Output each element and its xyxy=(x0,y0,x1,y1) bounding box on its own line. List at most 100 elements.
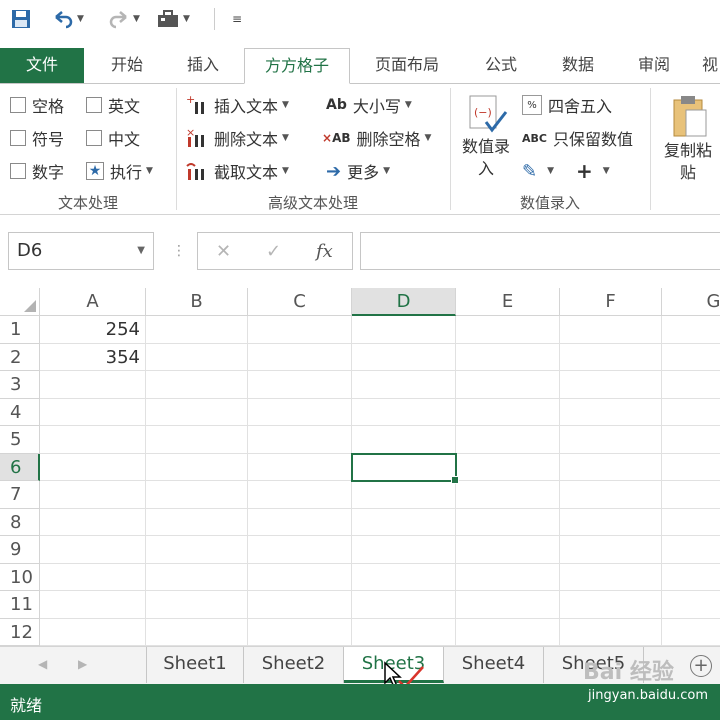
column-header-d[interactable]: D xyxy=(352,288,456,316)
gridline-vertical xyxy=(661,316,662,646)
undo-button[interactable]: ▼ xyxy=(52,6,84,32)
checkbox-symbol[interactable]: 符号 xyxy=(10,125,64,151)
tab-insert[interactable]: 插入 xyxy=(172,48,234,84)
delete-text-icon: × xyxy=(186,127,204,147)
group-label-text-processing: 文本处理 xyxy=(57,194,118,212)
extract-text-button[interactable]: 截取文本 ▼ xyxy=(186,158,289,184)
toolbox-icon xyxy=(158,10,178,27)
delete-spaces-button[interactable]: × AB 删除空格 ▼ xyxy=(322,125,431,151)
checkbox-box xyxy=(86,97,102,113)
row-header-12[interactable]: 12 xyxy=(0,618,40,646)
copy-paste-label: 复制粘贴 xyxy=(663,141,712,182)
tab-home[interactable]: 开始 xyxy=(98,48,156,84)
column-header-f[interactable]: F xyxy=(560,288,662,316)
cell-a2[interactable]: 354 xyxy=(40,344,140,371)
ribbon-panel: 空格 英文 符号 中文 数字 ★ 执行 ▼ 文本处理 + 插入文本 ▼ × 删除… xyxy=(0,83,720,215)
tab-formulas[interactable]: 公式 xyxy=(474,48,528,84)
row-header-2[interactable]: 2 xyxy=(0,343,40,371)
row-header-6[interactable]: 6 xyxy=(0,453,40,481)
tab-view[interactable]: 视 xyxy=(702,48,720,84)
cell-a1[interactable]: 254 xyxy=(40,316,140,343)
undo-icon xyxy=(55,11,73,29)
insert-text-label: 插入文本 xyxy=(214,97,279,116)
gridline-horizontal xyxy=(40,425,720,426)
checkbox-number[interactable]: 数字 xyxy=(10,158,64,184)
checkbox-english[interactable]: 英文 xyxy=(86,92,140,118)
redo-icon xyxy=(109,11,127,29)
toolbox-dropdown-icon[interactable]: ▼ xyxy=(183,14,190,24)
tab-page-layout[interactable]: 页面布局 xyxy=(364,48,450,84)
gridline-horizontal xyxy=(40,535,720,536)
tab-file[interactable]: 文件 xyxy=(0,48,84,84)
row-header-4[interactable]: 4 xyxy=(0,398,40,426)
insert-text-button[interactable]: + 插入文本 ▼ xyxy=(186,92,289,118)
row-header-8[interactable]: 8 xyxy=(0,508,40,536)
cancel-icon[interactable]: ✕ xyxy=(216,233,231,271)
checkbox-label: 符号 xyxy=(32,130,65,149)
active-cell-border[interactable] xyxy=(351,452,459,484)
column-header-c[interactable]: C xyxy=(248,288,352,316)
redo-button[interactable]: ▼ xyxy=(108,6,140,32)
extract-text-label: 截取文本 xyxy=(214,163,279,182)
tab-data[interactable]: 数据 xyxy=(550,48,606,84)
formula-input[interactable] xyxy=(360,232,720,270)
sheet-tab-sheet1[interactable]: Sheet1 xyxy=(146,647,244,683)
keep-values-button[interactable]: ABC 只保留数值 xyxy=(522,125,633,151)
svg-text:(−): (−) xyxy=(474,106,492,119)
sheet-tab-sheet2[interactable]: Sheet2 xyxy=(244,647,344,683)
worksheet-grid[interactable]: A B C D E F G 1 2 3 4 5 6 7 8 9 10 11 12 254 354 xyxy=(0,288,720,646)
row-header-1[interactable]: 1 xyxy=(0,316,40,344)
arrow-right-icon: ➔ xyxy=(326,160,342,182)
number-entry-button[interactable]: (−) 数值录入 xyxy=(458,92,514,188)
row-header-10[interactable]: 10 xyxy=(0,563,40,591)
save-button[interactable] xyxy=(10,6,32,32)
column-header-g[interactable]: G xyxy=(662,288,720,316)
save-icon xyxy=(12,10,30,28)
delete-text-label: 删除文本 xyxy=(214,130,279,149)
sheet-tab-sheet4[interactable]: Sheet4 xyxy=(444,647,544,683)
add-dropdown-button[interactable]: + ▼ xyxy=(576,158,610,184)
column-header-a[interactable]: A xyxy=(40,288,146,316)
row-header-7[interactable]: 7 xyxy=(0,481,40,509)
star-icon: ★ xyxy=(86,162,104,180)
plus-icon: + xyxy=(576,159,593,183)
more-button[interactable]: ➔ 更多 ▼ xyxy=(326,158,390,184)
scroll-left-icon[interactable]: ◀ xyxy=(38,657,47,671)
edit-dropdown-button[interactable]: ✎ ▼ xyxy=(522,158,554,184)
checkbox-space[interactable]: 空格 xyxy=(10,92,64,118)
percent-icon: % xyxy=(522,95,542,115)
column-header-e[interactable]: E xyxy=(456,288,560,316)
tab-fangfangezi[interactable]: 方方格子 xyxy=(244,48,350,84)
chevron-down-icon[interactable]: ▼ xyxy=(137,233,145,269)
name-box[interactable]: D6 ▼ xyxy=(8,232,154,270)
round-button[interactable]: % 四舍五入 xyxy=(522,92,612,118)
row-header-11[interactable]: 11 xyxy=(0,591,40,619)
copy-paste-button[interactable]: 复制粘贴 xyxy=(660,92,716,188)
watermark-url: jingyan.baidu.com xyxy=(588,688,708,703)
add-sheet-button[interactable]: + xyxy=(690,655,712,677)
group-separator xyxy=(650,88,651,210)
execute-button[interactable]: ★ 执行 ▼ xyxy=(86,158,153,184)
delete-text-button[interactable]: × 删除文本 ▼ xyxy=(186,125,289,151)
scroll-right-icon[interactable]: ▶ xyxy=(78,657,87,671)
qat-separator xyxy=(214,8,215,30)
row-header-5[interactable]: 5 xyxy=(0,426,40,454)
checkbox-chinese[interactable]: 中文 xyxy=(86,125,140,151)
tab-review[interactable]: 审阅 xyxy=(626,48,682,84)
case-button[interactable]: Ab 大小写 ▼ xyxy=(326,92,412,118)
undo-dropdown-icon[interactable]: ▼ xyxy=(77,14,84,24)
column-header-b[interactable]: B xyxy=(146,288,248,316)
select-all-button[interactable] xyxy=(0,288,40,316)
formula-buttons: ✕ ✓ fx xyxy=(197,232,353,270)
customize-qat-button[interactable]: ≡ xyxy=(232,6,242,32)
resize-handle-icon[interactable]: ⋮ xyxy=(172,232,186,270)
toolbox-button[interactable]: ▼ xyxy=(156,6,190,32)
redo-dropdown-icon[interactable]: ▼ xyxy=(133,14,140,24)
chevron-down-icon: ▼ xyxy=(282,133,289,143)
enter-icon[interactable]: ✓ xyxy=(266,233,281,271)
row-header-9[interactable]: 9 xyxy=(0,536,40,564)
gridline-horizontal xyxy=(40,590,720,591)
chevron-down-icon: ▼ xyxy=(282,166,289,176)
row-header-3[interactable]: 3 xyxy=(0,371,40,399)
insert-function-icon[interactable]: fx xyxy=(316,233,333,271)
